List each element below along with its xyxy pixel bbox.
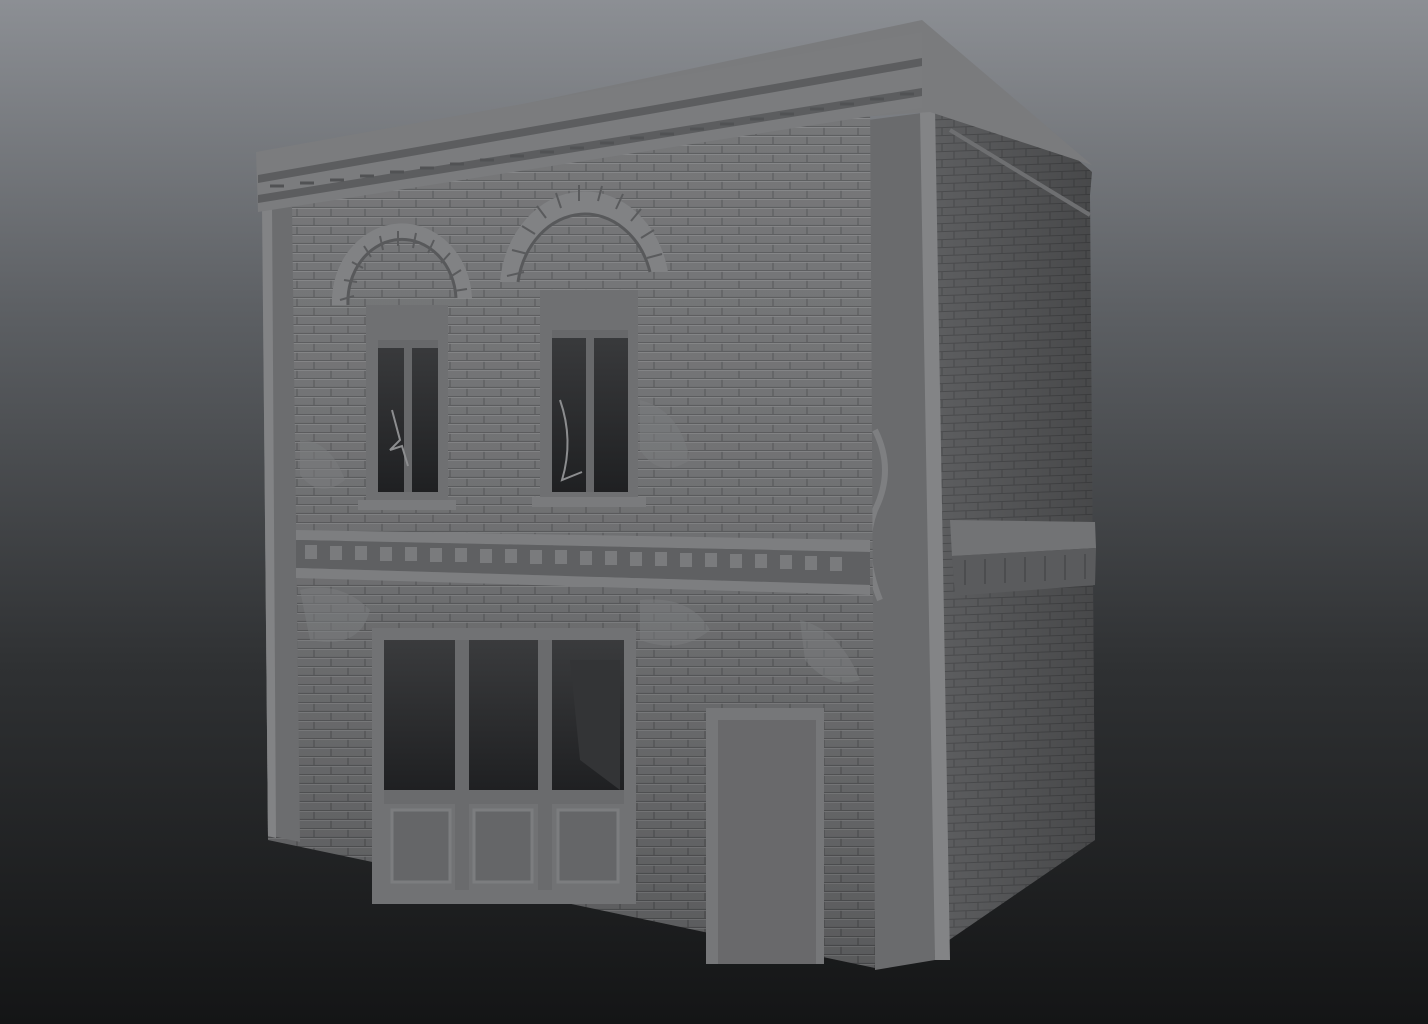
storefront-window bbox=[372, 628, 636, 904]
render-viewport bbox=[0, 0, 1428, 1024]
building-scene bbox=[256, 20, 1096, 970]
front-facade bbox=[256, 32, 922, 968]
upper-window-right bbox=[532, 290, 646, 507]
side-door bbox=[706, 708, 824, 964]
upper-window-left bbox=[358, 305, 456, 510]
